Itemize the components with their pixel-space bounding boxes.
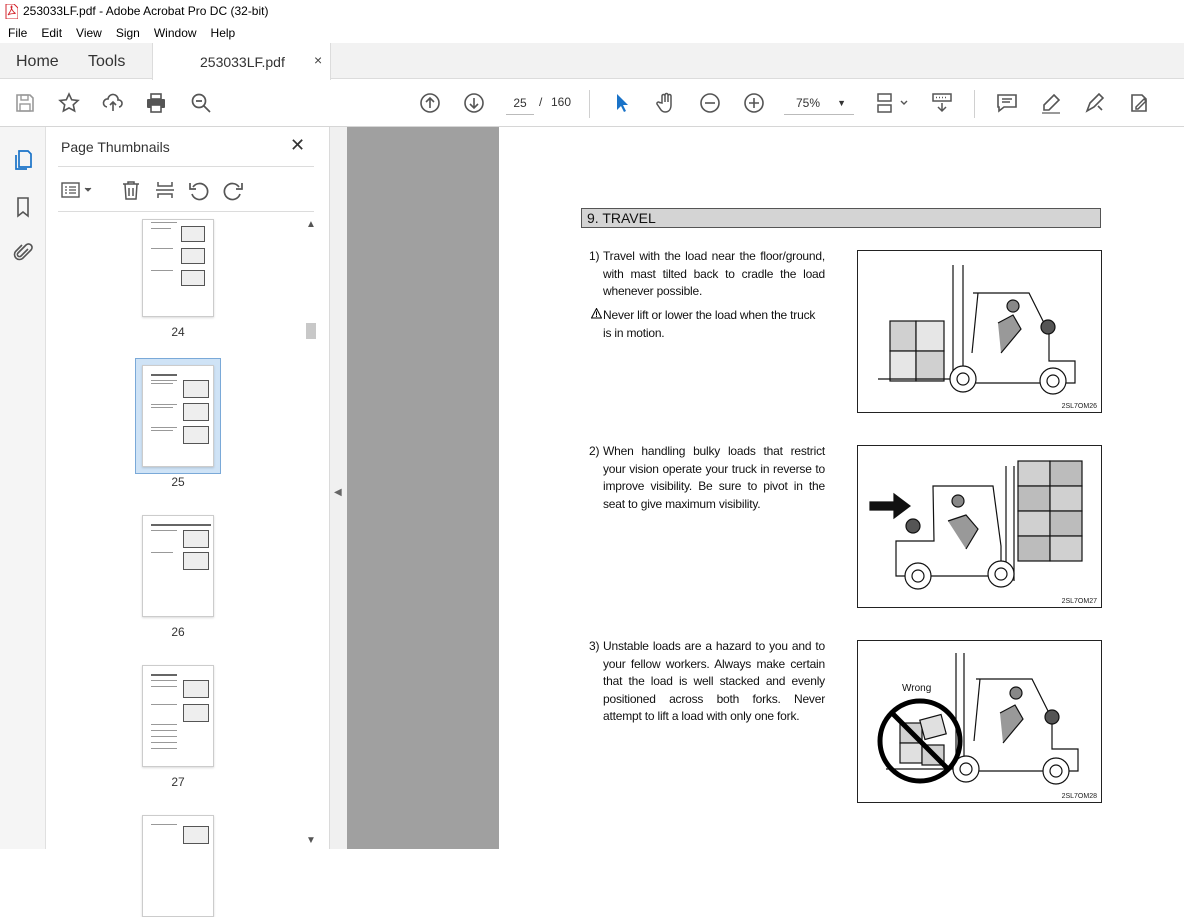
menu-view[interactable]: View bbox=[68, 26, 108, 40]
menu-file[interactable]: File bbox=[0, 26, 33, 40]
toolbar-divider bbox=[589, 90, 590, 118]
warning-triangle-icon bbox=[591, 308, 602, 319]
instruction-paragraph: 2) When handling bulky loads that restri… bbox=[589, 443, 825, 513]
item-number: 1) bbox=[589, 249, 600, 263]
zoom-search-icon[interactable] bbox=[189, 91, 213, 115]
unstable-load-figure: Wrong 2SL7OM28 bbox=[857, 640, 1102, 803]
delete-page-icon[interactable] bbox=[119, 179, 143, 201]
window-title: 253033LF.pdf - Adobe Acrobat Pro DC (32-… bbox=[23, 4, 269, 18]
item-text: Travel with the load near the floor/grou… bbox=[603, 249, 825, 298]
tab-document-label: 253033LF.pdf bbox=[200, 54, 285, 70]
menu-help[interactable]: Help bbox=[203, 26, 242, 40]
highlight-pen-icon[interactable] bbox=[1039, 91, 1063, 115]
forklift-illustration bbox=[877, 653, 1079, 785]
document-viewer[interactable]: 9. TRAVEL 1) Travel with the load near t… bbox=[347, 127, 1184, 849]
thumbnail-page-number: 27 bbox=[171, 775, 185, 789]
menu-sign[interactable]: Sign bbox=[108, 26, 146, 40]
panel-close-icon[interactable]: ✕ bbox=[290, 135, 305, 156]
figure-code: 2SL7OM28 bbox=[1061, 793, 1097, 800]
panel-title: Page Thumbnails bbox=[61, 139, 170, 155]
page-fit-icon[interactable] bbox=[874, 91, 910, 115]
menu-bar: File Edit View Sign Window Help bbox=[0, 22, 1184, 43]
scroll-down-icon[interactable]: ▼ bbox=[306, 835, 316, 846]
scrolling-mode-icon[interactable] bbox=[930, 91, 954, 115]
bookmarks-icon[interactable] bbox=[11, 195, 35, 219]
forklift-travel-figure: 2SL7OM26 bbox=[857, 250, 1102, 413]
thumbnail-page-number: 25 bbox=[171, 475, 185, 489]
comment-icon[interactable] bbox=[995, 91, 1019, 115]
select-cursor-icon[interactable] bbox=[610, 91, 634, 115]
page-thumbnail[interactable] bbox=[142, 815, 214, 917]
forklift-illustration bbox=[878, 265, 1076, 395]
collapse-arrow-icon[interactable]: ◀ bbox=[334, 487, 342, 498]
zoom-level-value: 75% bbox=[796, 96, 821, 110]
pdf-page: 9. TRAVEL 1) Travel with the load near t… bbox=[499, 127, 1184, 849]
section-heading: 9. TRAVEL bbox=[581, 208, 1101, 228]
forklift-illustration bbox=[869, 460, 1083, 590]
tab-bar: Home Tools 253033LF.pdf × bbox=[0, 43, 1184, 80]
attachments-icon[interactable] bbox=[11, 241, 35, 265]
page-thumbnails-icon[interactable] bbox=[11, 148, 35, 172]
figure-code: 2SL7OM27 bbox=[1061, 598, 1097, 605]
page-total: 160 bbox=[551, 95, 572, 109]
left-navigation-rail bbox=[0, 127, 46, 849]
print-icon[interactable] bbox=[144, 91, 168, 115]
previous-page-icon[interactable] bbox=[418, 91, 442, 115]
forklift-reverse-figure: 2SL7OM27 bbox=[857, 445, 1102, 608]
panel-collapse-handle[interactable]: ◀ bbox=[330, 127, 347, 849]
acrobat-icon bbox=[5, 3, 18, 19]
panel-divider bbox=[58, 166, 314, 167]
chevron-down-icon: ▼ bbox=[837, 98, 846, 108]
tab-close-icon[interactable]: × bbox=[314, 52, 322, 68]
menu-window[interactable]: Window bbox=[146, 26, 203, 40]
rotate-right-icon[interactable] bbox=[221, 179, 245, 201]
zoom-in-icon[interactable] bbox=[742, 91, 766, 115]
thumbnail-page-number: 26 bbox=[171, 625, 185, 639]
zoom-out-icon[interactable] bbox=[698, 91, 722, 115]
bookmark-star-icon[interactable] bbox=[57, 91, 81, 115]
scrollbar-thumb[interactable] bbox=[306, 323, 316, 339]
save-icon[interactable] bbox=[13, 91, 37, 115]
warning-note: Never lift or lower the load when the tr… bbox=[589, 307, 825, 342]
rotate-left-icon[interactable] bbox=[187, 179, 211, 201]
page-thumbnail-selected[interactable] bbox=[142, 365, 214, 467]
page-number-input[interactable]: 25 bbox=[506, 91, 534, 115]
tab-home[interactable]: Home bbox=[16, 53, 59, 71]
page-thumbnail[interactable] bbox=[142, 219, 214, 317]
panel-divider bbox=[58, 211, 314, 212]
fill-sign-icon[interactable] bbox=[1127, 91, 1151, 115]
page-thumbnail[interactable] bbox=[142, 515, 214, 617]
wrong-label: Wrong bbox=[902, 683, 932, 694]
thumbnail-scrollbar[interactable]: ▲ ▼ bbox=[304, 217, 318, 849]
extract-page-icon[interactable] bbox=[153, 179, 177, 201]
thumbnail-page-number: 24 bbox=[171, 325, 185, 339]
page-separator: / bbox=[539, 95, 543, 109]
scroll-up-icon[interactable]: ▲ bbox=[306, 219, 316, 230]
item-text: When handling bulky loads that restrict … bbox=[603, 444, 825, 511]
zoom-level-select[interactable]: 75% ▼ bbox=[784, 91, 854, 115]
page-thumbnail[interactable] bbox=[142, 665, 214, 767]
tab-tools[interactable]: Tools bbox=[88, 53, 125, 71]
title-bar: 253033LF.pdf - Adobe Acrobat Pro DC (32-… bbox=[0, 0, 1184, 22]
item-number: 3) bbox=[589, 639, 600, 653]
warning-text: Never lift or lower the load when the tr… bbox=[603, 308, 816, 340]
item-number: 2) bbox=[589, 444, 600, 458]
main-toolbar: 25 / 160 75% ▼ bbox=[0, 80, 1184, 127]
instruction-paragraph: 1) Travel with the load near the floor/g… bbox=[589, 248, 825, 301]
instruction-paragraph: 3) Unstable loads are a hazard to you an… bbox=[589, 638, 825, 726]
thumbnails-panel: Page Thumbnails ✕ 24 25 26 27 ▲ ▼ bbox=[46, 127, 330, 917]
toolbar-divider bbox=[974, 90, 975, 118]
figure-code: 2SL7OM26 bbox=[1061, 403, 1097, 410]
draw-pen-icon[interactable] bbox=[1083, 91, 1107, 115]
hand-tool-icon[interactable] bbox=[654, 91, 678, 115]
share-upload-icon[interactable] bbox=[101, 91, 125, 115]
item-text: Unstable loads are a hazard to you and t… bbox=[603, 639, 825, 723]
tab-document[interactable]: 253033LF.pdf × bbox=[152, 43, 331, 80]
next-page-icon[interactable] bbox=[462, 91, 486, 115]
menu-edit[interactable]: Edit bbox=[33, 26, 68, 40]
thumbnail-options-icon[interactable] bbox=[60, 179, 94, 201]
